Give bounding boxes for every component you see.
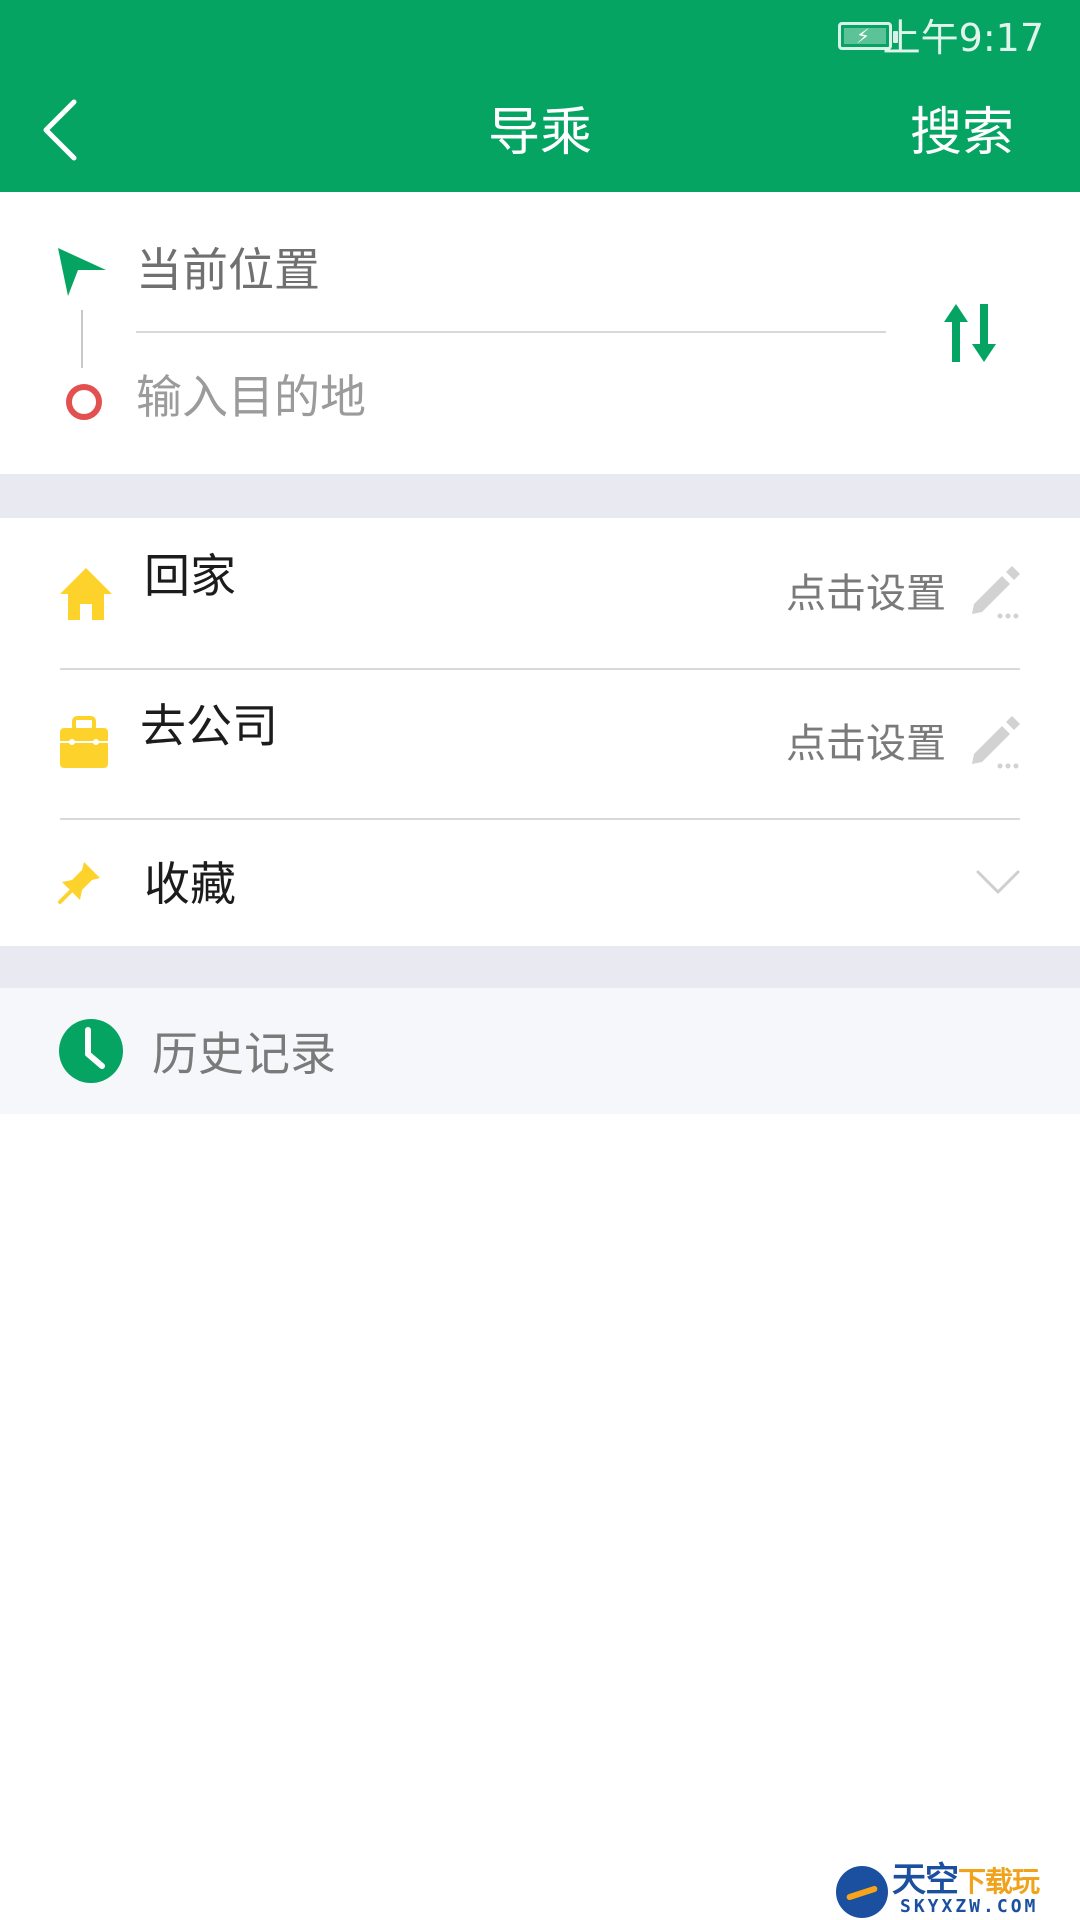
place-label-company: 去公司 <box>140 699 278 753</box>
clock-icon <box>58 1018 124 1088</box>
status-time: 上午9:17 <box>882 16 1044 60</box>
search-button[interactable]: 搜索 <box>910 98 1014 168</box>
place-action-home[interactable]: 点击设置 <box>786 568 946 620</box>
route-connector <box>81 310 83 368</box>
back-button[interactable] <box>30 90 100 170</box>
watermark-title-accent: 下载玩 <box>958 1865 1040 1898</box>
destination-dot-icon <box>66 384 102 420</box>
home-icon <box>58 566 114 626</box>
watermark-subtitle: SKYXZW.COM <box>900 1896 1039 1917</box>
route-divider <box>136 331 886 333</box>
route-panel <box>0 192 1080 474</box>
place-label-home: 回家 <box>144 549 236 603</box>
section-gap <box>0 946 1080 988</box>
swap-button[interactable] <box>940 300 1000 366</box>
origin-field[interactable]: 当前位置 <box>136 240 320 300</box>
section-gap <box>0 474 1080 518</box>
history-label: 历史记录 <box>152 1027 336 1081</box>
page-title: 导乘 <box>487 103 592 163</box>
edit-pencil-icon[interactable] <box>966 564 1022 624</box>
swap-vertical-icon <box>944 304 996 362</box>
watermark-title-main: 天空 <box>892 1860 959 1900</box>
place-label-favorites: 收藏 <box>144 857 236 911</box>
place-action-company[interactable]: 点击设置 <box>786 718 946 770</box>
destination-input[interactable] <box>136 366 876 428</box>
chevron-left-icon <box>43 99 77 161</box>
chevron-down-icon[interactable] <box>976 868 1020 900</box>
briefcase-icon <box>58 716 110 774</box>
pin-icon <box>58 860 102 908</box>
watermark-logo-icon <box>836 1866 888 1918</box>
navigation-arrow-icon <box>56 246 108 302</box>
edit-pencil-icon[interactable] <box>966 714 1022 774</box>
